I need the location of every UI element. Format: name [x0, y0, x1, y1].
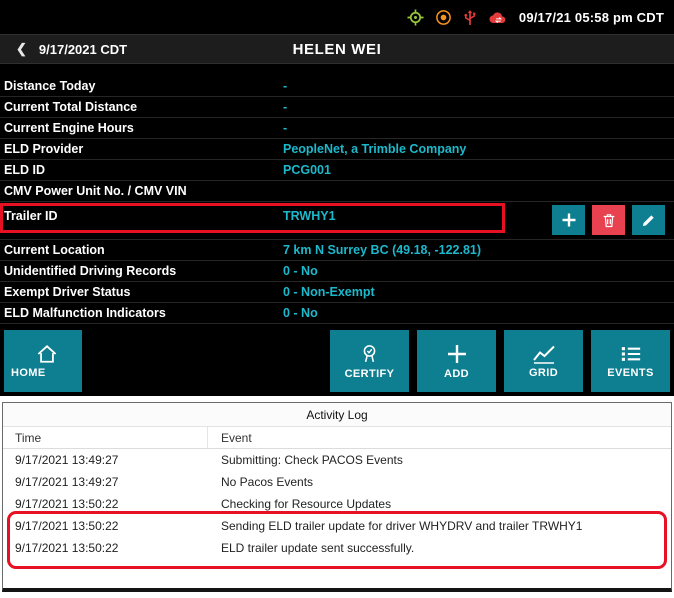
- info-label: ELD ID: [0, 163, 283, 177]
- screenshot-root: 09/17/21 05:58 pm CDT ❮ 9/17/2021 CDT HE…: [0, 0, 674, 598]
- info-row-exempt-driver-status: Exempt Driver Status 0 - Non-Exempt: [0, 282, 674, 303]
- log-time: 9/17/2021 13:50:22: [3, 541, 208, 555]
- info-label: CMV Power Unit No. / CMV VIN: [0, 184, 283, 198]
- plus-icon: [561, 212, 577, 228]
- log-row-highlighted: 9/17/2021 13:50:22 Sending ELD trailer u…: [3, 515, 671, 537]
- column-header-time[interactable]: Time: [3, 427, 208, 448]
- certify-label: CERTIFY: [345, 368, 395, 380]
- trash-icon: [601, 212, 617, 229]
- log-table-header: Time Event: [3, 427, 671, 449]
- log-event: No Pacos Events: [208, 475, 313, 489]
- events-label: EVENTS: [607, 367, 653, 379]
- bottom-toolbar: HOME CERTIFY ADD GRID EVENTS: [0, 330, 674, 396]
- log-row: 9/17/2021 13:49:27 No Pacos Events: [3, 471, 671, 493]
- window-title[interactable]: Activity Log: [3, 403, 671, 427]
- log-row: 9/17/2021 13:50:22 Checking for Resource…: [3, 493, 671, 515]
- activity-log-window: Activity Log Time Event 9/17/2021 13:49:…: [2, 402, 672, 592]
- log-row-highlighted: 9/17/2021 13:50:22 ELD trailer update se…: [3, 537, 671, 559]
- grid-button[interactable]: GRID: [504, 330, 583, 392]
- grid-label: GRID: [529, 367, 558, 379]
- info-row-eld-malfunction-indicators: ELD Malfunction Indicators 0 - No: [0, 303, 674, 324]
- info-value: -: [283, 100, 287, 114]
- info-label: ELD Malfunction Indicators: [0, 306, 283, 320]
- info-label: Exempt Driver Status: [0, 285, 283, 299]
- info-value: PCG001: [283, 163, 331, 177]
- trailer-edit-button[interactable]: [632, 205, 665, 235]
- trailer-delete-button[interactable]: [592, 205, 625, 235]
- home-button[interactable]: HOME: [4, 330, 82, 392]
- driver-info-list: Distance Today - Current Total Distance …: [0, 76, 674, 324]
- usb-icon: [463, 9, 477, 26]
- certify-badge-icon: [359, 343, 380, 365]
- info-row-current-location: Current Location 7 km N Surrey BC (49.18…: [0, 240, 674, 261]
- events-button[interactable]: EVENTS: [591, 330, 670, 392]
- list-icon: [620, 344, 642, 364]
- line-chart-icon: [532, 344, 556, 364]
- trailer-actions: [552, 205, 665, 235]
- pencil-icon: [641, 213, 656, 228]
- signal-dot-icon: [435, 9, 452, 26]
- info-value: TRWHY1: [283, 209, 336, 223]
- info-value: 0 - No: [283, 264, 318, 278]
- info-label: Distance Today: [0, 79, 283, 93]
- app-header: ❮ 9/17/2021 CDT HELEN WEI: [0, 34, 674, 64]
- log-time: 9/17/2021 13:49:27: [3, 453, 208, 467]
- add-label: ADD: [444, 368, 469, 380]
- info-row-distance-today: Distance Today -: [0, 76, 674, 97]
- gps-target-icon: [407, 9, 424, 26]
- info-value: 0 - No: [283, 306, 318, 320]
- cloud-sync-icon: [488, 10, 508, 25]
- back-button[interactable]: ❮ 9/17/2021 CDT: [0, 41, 127, 57]
- info-value: -: [283, 79, 287, 93]
- column-header-event[interactable]: Event: [208, 431, 252, 445]
- info-row-eld-id: ELD ID PCG001: [0, 160, 674, 181]
- info-row-trailer-id: Trailer ID TRWHY1: [0, 202, 674, 240]
- trailer-add-button[interactable]: [552, 205, 585, 235]
- eld-app-screen: 09/17/21 05:58 pm CDT ❮ 9/17/2021 CDT HE…: [0, 0, 674, 396]
- info-label: ELD Provider: [0, 142, 283, 156]
- plus-icon: [446, 343, 468, 365]
- info-label: Unidentified Driving Records: [0, 264, 283, 278]
- info-row-cmv-power-unit: CMV Power Unit No. / CMV VIN: [0, 181, 674, 202]
- info-value: 0 - Non-Exempt: [283, 285, 375, 299]
- info-label: Current Engine Hours: [0, 121, 283, 135]
- info-value: 7 km N Surrey BC (49.18, -122.81): [283, 243, 481, 257]
- log-time: 9/17/2021 13:50:22: [3, 497, 208, 511]
- log-event: Checking for Resource Updates: [208, 497, 391, 511]
- log-time: 9/17/2021 13:49:27: [3, 475, 208, 489]
- status-datetime: 09/17/21 05:58 pm CDT: [519, 10, 664, 25]
- home-icon: [36, 344, 58, 364]
- header-date: 9/17/2021 CDT: [39, 42, 127, 57]
- info-label: Current Location: [0, 243, 283, 257]
- chevron-left-icon: ❮: [16, 41, 27, 57]
- log-event: Sending ELD trailer update for driver WH…: [208, 519, 582, 533]
- info-row-eld-provider: ELD Provider PeopleNet, a Trimble Compan…: [0, 139, 674, 160]
- info-label: Current Total Distance: [0, 100, 283, 114]
- status-bar: 09/17/21 05:58 pm CDT: [0, 0, 674, 34]
- certify-button[interactable]: CERTIFY: [330, 330, 409, 392]
- info-value: -: [283, 121, 287, 135]
- add-button[interactable]: ADD: [417, 330, 496, 392]
- log-time: 9/17/2021 13:50:22: [3, 519, 208, 533]
- log-row: 9/17/2021 13:49:27 Submitting: Check PAC…: [3, 449, 671, 471]
- info-label: Trailer ID: [0, 209, 283, 223]
- info-row-unidentified-driving-records: Unidentified Driving Records 0 - No: [0, 261, 674, 282]
- info-value: PeopleNet, a Trimble Company: [283, 142, 466, 156]
- info-row-current-total-distance: Current Total Distance -: [0, 97, 674, 118]
- log-event: ELD trailer update sent successfully.: [208, 541, 414, 555]
- info-row-current-engine-hours: Current Engine Hours -: [0, 118, 674, 139]
- log-event: Submitting: Check PACOS Events: [208, 453, 403, 467]
- log-rows: 9/17/2021 13:49:27 Submitting: Check PAC…: [3, 449, 671, 559]
- home-label: HOME: [11, 367, 46, 379]
